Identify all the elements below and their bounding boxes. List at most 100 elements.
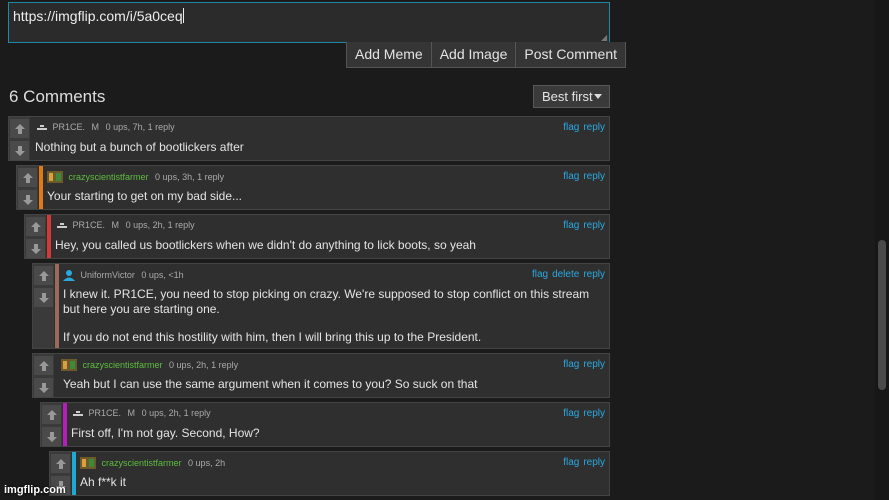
reply-link[interactable]: reply	[583, 171, 605, 182]
avatar[interactable]	[61, 359, 77, 373]
comment-username[interactable]: crazyscientistfarmer	[102, 458, 182, 468]
comment-text: Yeah but I can use the same argument whe…	[63, 377, 478, 391]
flag-link[interactable]: flag	[563, 220, 579, 231]
downvote-button[interactable]	[34, 288, 53, 307]
reply-link[interactable]: reply	[583, 359, 605, 370]
comment-text: Your starting to get on my bad side...	[47, 189, 243, 203]
comment-username[interactable]: UniformVictor	[81, 270, 135, 280]
comment: PR1CE. M 0 ups, 2h, 1 reply flag reply He…	[24, 214, 610, 259]
upvote-button[interactable]	[26, 217, 45, 236]
comment-text: Nothing but a bunch of bootlickers after	[35, 140, 244, 154]
arrow-down-icon	[30, 243, 41, 254]
sort-dropdown[interactable]: Best first	[533, 85, 610, 108]
resize-handle-icon[interactable]: ◢	[601, 34, 608, 42]
comment-username[interactable]: PR1CE.	[73, 220, 106, 230]
comment: PR1CE. M 0 ups, 2h, 1 reply flag reply Fi…	[40, 402, 610, 447]
arrow-up-icon	[14, 123, 25, 134]
arrow-down-icon	[38, 292, 49, 303]
comment-header: UniformVictor 0 ups, <1h	[63, 269, 184, 283]
imgflip-watermark: imgflip.com	[4, 484, 66, 496]
comment-input-value: https://imgflip.com/i/5a0ceq	[13, 8, 183, 24]
comment-username[interactable]: PR1CE.	[53, 122, 86, 132]
scrollbar-thumb[interactable]	[878, 240, 886, 390]
comment-header: PR1CE. M 0 ups, 2h, 1 reply	[73, 408, 211, 421]
comment-paragraph: I knew it. PR1CE, you need to stop picki…	[63, 287, 590, 316]
flag-link[interactable]: flag	[563, 359, 579, 370]
vote-column	[33, 354, 54, 397]
downvote-button[interactable]	[42, 427, 61, 446]
page: https://imgflip.com/i/5a0ceq ◢ Add Meme …	[0, 0, 889, 500]
mod-badge: M	[111, 220, 120, 230]
comment-text: Hey, you called us bootlickers when we d…	[55, 238, 476, 252]
comment-links: flag reply	[559, 171, 605, 182]
sort-label: Best first	[542, 89, 593, 104]
add-image-button[interactable]: Add Image	[431, 42, 517, 67]
reply-link[interactable]: reply	[583, 122, 605, 133]
upvote-button[interactable]	[10, 119, 29, 138]
comment-header: crazyscientistfarmer 0 ups, 2h, 1 reply	[61, 359, 238, 373]
avatar[interactable]	[80, 457, 96, 471]
comment-input[interactable]: https://imgflip.com/i/5a0ceq ◢	[8, 2, 610, 43]
comment-links: flag delete reply	[528, 269, 605, 280]
avatar[interactable]	[73, 411, 83, 421]
reply-link[interactable]: reply	[583, 269, 605, 280]
comment-header: PR1CE. M 0 ups, 2h, 1 reply	[57, 220, 195, 233]
comment-links: flag reply	[559, 457, 605, 468]
thread-stripe	[55, 264, 59, 348]
upvote-button[interactable]	[18, 168, 37, 187]
vote-column	[33, 264, 54, 348]
chevron-down-icon	[594, 94, 602, 99]
comment-meta: 0 ups, <1h	[141, 270, 184, 280]
arrow-up-icon	[30, 221, 41, 232]
reply-link[interactable]: reply	[583, 408, 605, 419]
text-caret	[182, 8, 184, 23]
upvote-button[interactable]	[34, 356, 53, 375]
arrow-down-icon	[46, 431, 57, 442]
comment-links: flag reply	[559, 359, 605, 370]
flag-link[interactable]: flag	[563, 457, 579, 468]
reply-link[interactable]: reply	[583, 457, 605, 468]
arrow-up-icon	[38, 360, 49, 371]
flag-link[interactable]: flag	[563, 122, 579, 133]
scrollbar[interactable]	[875, 0, 889, 500]
upvote-button[interactable]	[34, 266, 53, 285]
comment-meta: 0 ups, 2h	[188, 458, 226, 468]
comment-username[interactable]: PR1CE.	[89, 408, 122, 418]
add-meme-button[interactable]: Add Meme	[347, 42, 432, 67]
thread-stripe	[39, 166, 43, 209]
vote-column	[41, 403, 62, 446]
delete-link[interactable]: delete	[552, 269, 579, 280]
reply-link[interactable]: reply	[583, 220, 605, 231]
vote-column	[9, 117, 30, 160]
flag-link[interactable]: flag	[532, 269, 548, 280]
arrow-down-icon	[38, 382, 49, 393]
comment-username[interactable]: crazyscientistfarmer	[83, 360, 163, 370]
post-comment-button[interactable]: Post Comment	[516, 42, 626, 67]
downvote-button[interactable]	[26, 239, 45, 258]
arrow-down-icon	[14, 145, 25, 156]
comment: UniformVictor 0 ups, <1h flag delete reply…	[32, 263, 610, 349]
flag-link[interactable]: flag	[563, 171, 579, 182]
avatar[interactable]	[47, 171, 63, 185]
avatar[interactable]	[37, 125, 47, 135]
flag-link[interactable]: flag	[563, 408, 579, 419]
downvote-button[interactable]	[34, 378, 53, 397]
arrow-up-icon	[38, 270, 49, 281]
upvote-button[interactable]	[42, 405, 61, 424]
mod-badge: M	[91, 122, 100, 132]
upvote-button[interactable]	[51, 454, 70, 473]
comment-links: flag reply	[559, 220, 605, 231]
comment-header: crazyscientistfarmer 0 ups, 3h, 1 reply	[47, 171, 224, 185]
downvote-button[interactable]	[10, 141, 29, 160]
thread-stripe	[72, 452, 76, 495]
comment-username[interactable]: crazyscientistfarmer	[69, 172, 149, 182]
arrow-up-icon	[55, 458, 66, 469]
arrow-up-icon	[22, 172, 33, 183]
avatar[interactable]	[57, 223, 67, 233]
comment-header: PR1CE. M 0 ups, 7h, 1 reply	[37, 122, 175, 135]
comment-text: I knew it. PR1CE, you need to stop picki…	[63, 287, 603, 345]
comment-paragraph: If you do not end this hostility with hi…	[63, 330, 482, 344]
user-icon[interactable]	[63, 269, 75, 283]
downvote-button[interactable]	[18, 190, 37, 209]
comment-links: flag reply	[559, 408, 605, 419]
